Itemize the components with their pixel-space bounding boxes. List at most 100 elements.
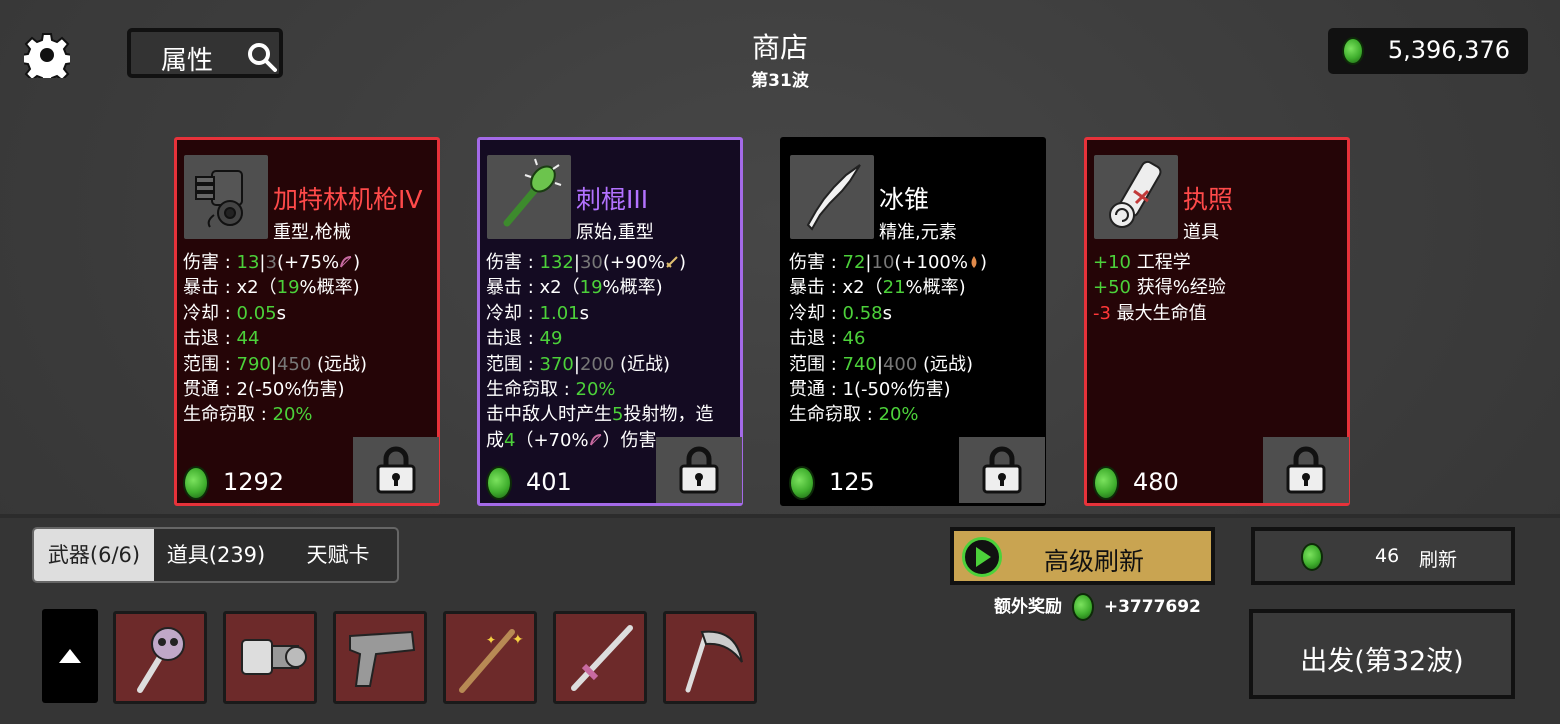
refresh-label: 刷新 [1419, 549, 1458, 571]
stat-line: 范围 : 740|400 (远战) [789, 353, 974, 375]
inventory-slot-gatling[interactable] [223, 611, 317, 704]
search-icon [248, 43, 277, 72]
inventory-slot-scythe[interactable] [663, 611, 757, 704]
stat-line: 暴击 : x2（21%概率) [789, 277, 966, 299]
stat-line: 冷却 : 1.01s [486, 302, 589, 324]
tab-talent-cards[interactable]: 天赋卡 [278, 529, 397, 581]
coin-icon [1301, 543, 1323, 571]
stat-line: 伤害 : 72|10(+100%) [789, 252, 988, 273]
item-name: 加特林机枪IV [273, 185, 423, 214]
lock-button[interactable] [656, 437, 742, 503]
item-price: 125 [829, 468, 875, 496]
lock-icon [1286, 446, 1326, 494]
arrow-up-icon [59, 649, 81, 663]
stat-line: 暴击 : x2（19%概率) [486, 277, 663, 299]
coin-icon [789, 466, 815, 500]
advanced-refresh-label: 高级刷新 [1044, 547, 1145, 576]
stat-line: 冷却 : 0.05s [183, 302, 286, 324]
spiked-club-icon [487, 155, 571, 239]
page-title: 商店 [751, 31, 808, 64]
gatling-icon [184, 155, 268, 239]
inventory-slot-wand[interactable]: ✦ ✦ [443, 611, 537, 704]
sword-icon [665, 252, 679, 273]
inventory-slot-pistol[interactable] [333, 611, 427, 704]
shop-item-license[interactable]: 执照 道具 +10 工程学 +50 获得%经验 -3 最大生命值 480 [1084, 137, 1350, 506]
start-label: 出发(第32波) [1300, 646, 1464, 677]
attribute-label: 属性 [161, 46, 214, 76]
item-price: 401 [526, 468, 572, 496]
lock-icon [679, 446, 719, 494]
lock-icon [982, 446, 1022, 494]
item-tags: 原始,重型 [576, 222, 654, 243]
gear-icon[interactable] [24, 32, 70, 78]
play-icon [962, 537, 1002, 577]
coin-icon [1093, 466, 1119, 500]
svg-text:✦: ✦ [512, 632, 524, 648]
shop-item-icicle[interactable]: 冰锥 精准,元素 伤害 : 72|10(+100%) 暴击 : x2（21%概率)… [780, 137, 1046, 506]
sword-icon [571, 625, 633, 691]
inventory-slot-skull-staff[interactable] [113, 611, 207, 704]
drop-icon [968, 252, 980, 273]
extra-reward-value: +3777692 [1103, 597, 1201, 617]
item-tags: 重型,枪械 [273, 222, 351, 243]
stat-line: 伤害 : 132|30(+90%) [486, 252, 687, 273]
pistol-icon [349, 630, 416, 687]
inventory-slot-sword[interactable] [553, 611, 647, 704]
stat-line: 贯通 : 2(-50%伤害) [183, 379, 345, 401]
lock-button[interactable] [353, 437, 439, 503]
item-stats: +10 工程学 +50 获得%经验 -3 最大生命值 [1093, 250, 1345, 326]
extra-reward: 额外奖励 +3777692 [994, 592, 1201, 621]
stat-line: 生命窃取 : 20% [789, 404, 919, 426]
lock-button[interactable] [959, 437, 1045, 503]
coin-icon [183, 466, 209, 500]
shop-item-spiked-club[interactable]: 刺棍III 原始,重型 伤害 : 132|30(+90%) 暴击 : x2（19%… [477, 137, 743, 506]
refresh-cost: 46 [1375, 545, 1400, 567]
expand-inventory-button[interactable] [42, 609, 98, 703]
stat-line: 暴击 : x2（19%概率) [183, 277, 360, 299]
bow-icon [589, 430, 603, 451]
stat-line: +50 获得%经验 [1093, 277, 1226, 299]
stat-line: 生命窃取 : 20% [183, 404, 313, 426]
item-name: 冰锥 [879, 185, 930, 214]
stat-line: 贯通 : 1(-50%伤害) [789, 379, 951, 401]
item-tags: 道具 [1183, 222, 1219, 243]
item-stats: 伤害 : 72|10(+100%) 暴击 : x2（21%概率) 冷却 : 0.58… [789, 250, 1041, 428]
wand-icon: ✦✦ [459, 629, 524, 693]
stat-line: -3 最大生命值 [1093, 302, 1207, 324]
refresh-button[interactable]: 46 刷新 [1251, 527, 1515, 585]
category-tabs: 武器(6/6) 道具(239) 天赋卡 [32, 527, 399, 583]
stat-line: 击退 : 49 [486, 328, 563, 350]
skull-staff-icon [137, 627, 185, 693]
gatling-icon [241, 639, 307, 675]
extra-reward-label: 额外奖励 [994, 597, 1062, 617]
coin-icon [1071, 593, 1094, 621]
tab-items[interactable]: 道具(239) [154, 529, 278, 581]
coin-icon [486, 466, 512, 500]
stat-line: 击退 : 46 [789, 328, 866, 350]
item-stats: 伤害 : 13|3(+75%) 暴击 : x2（19%概率) 冷却 : 0.05s 击… [183, 250, 435, 428]
scroll-icon [1094, 155, 1178, 239]
item-stats: 伤害 : 132|30(+90%) 暴击 : x2（19%概率) 冷却 : 1.01… [486, 250, 738, 453]
item-price: 1292 [223, 468, 285, 496]
stat-line: 击中敌人时产生5投射物，造 [486, 404, 714, 426]
item-name: 执照 [1183, 185, 1234, 214]
money-value: 5,396,376 [1387, 36, 1510, 64]
advanced-refresh-button[interactable]: 高级刷新 [950, 527, 1215, 585]
stat-line: +10 工程学 [1093, 252, 1191, 273]
shop-item-gatling[interactable]: 加特林机枪IV 重型,枪械 伤害 : 13|3(+75%) 暴击 : x2（19%… [174, 137, 440, 506]
lock-icon [376, 446, 416, 494]
coin-icon [1342, 37, 1364, 65]
item-name: 刺棍III [576, 185, 649, 214]
start-next-wave-button[interactable]: 出发(第32波) [1249, 609, 1515, 699]
item-price: 480 [1133, 468, 1179, 496]
stat-line: 范围 : 790|450 (远战) [183, 353, 368, 375]
scythe-icon [685, 630, 743, 693]
stat-line: 生命窃取 : 20% [486, 379, 616, 401]
lock-button[interactable] [1263, 437, 1349, 503]
bow-icon [339, 252, 353, 273]
icicle-icon [790, 155, 874, 239]
tab-weapons[interactable]: 武器(6/6) [34, 529, 154, 581]
wave-label: 第31波 [751, 71, 809, 91]
attribute-search[interactable]: 属性 [127, 28, 283, 78]
stat-line: 击退 : 44 [183, 328, 260, 350]
